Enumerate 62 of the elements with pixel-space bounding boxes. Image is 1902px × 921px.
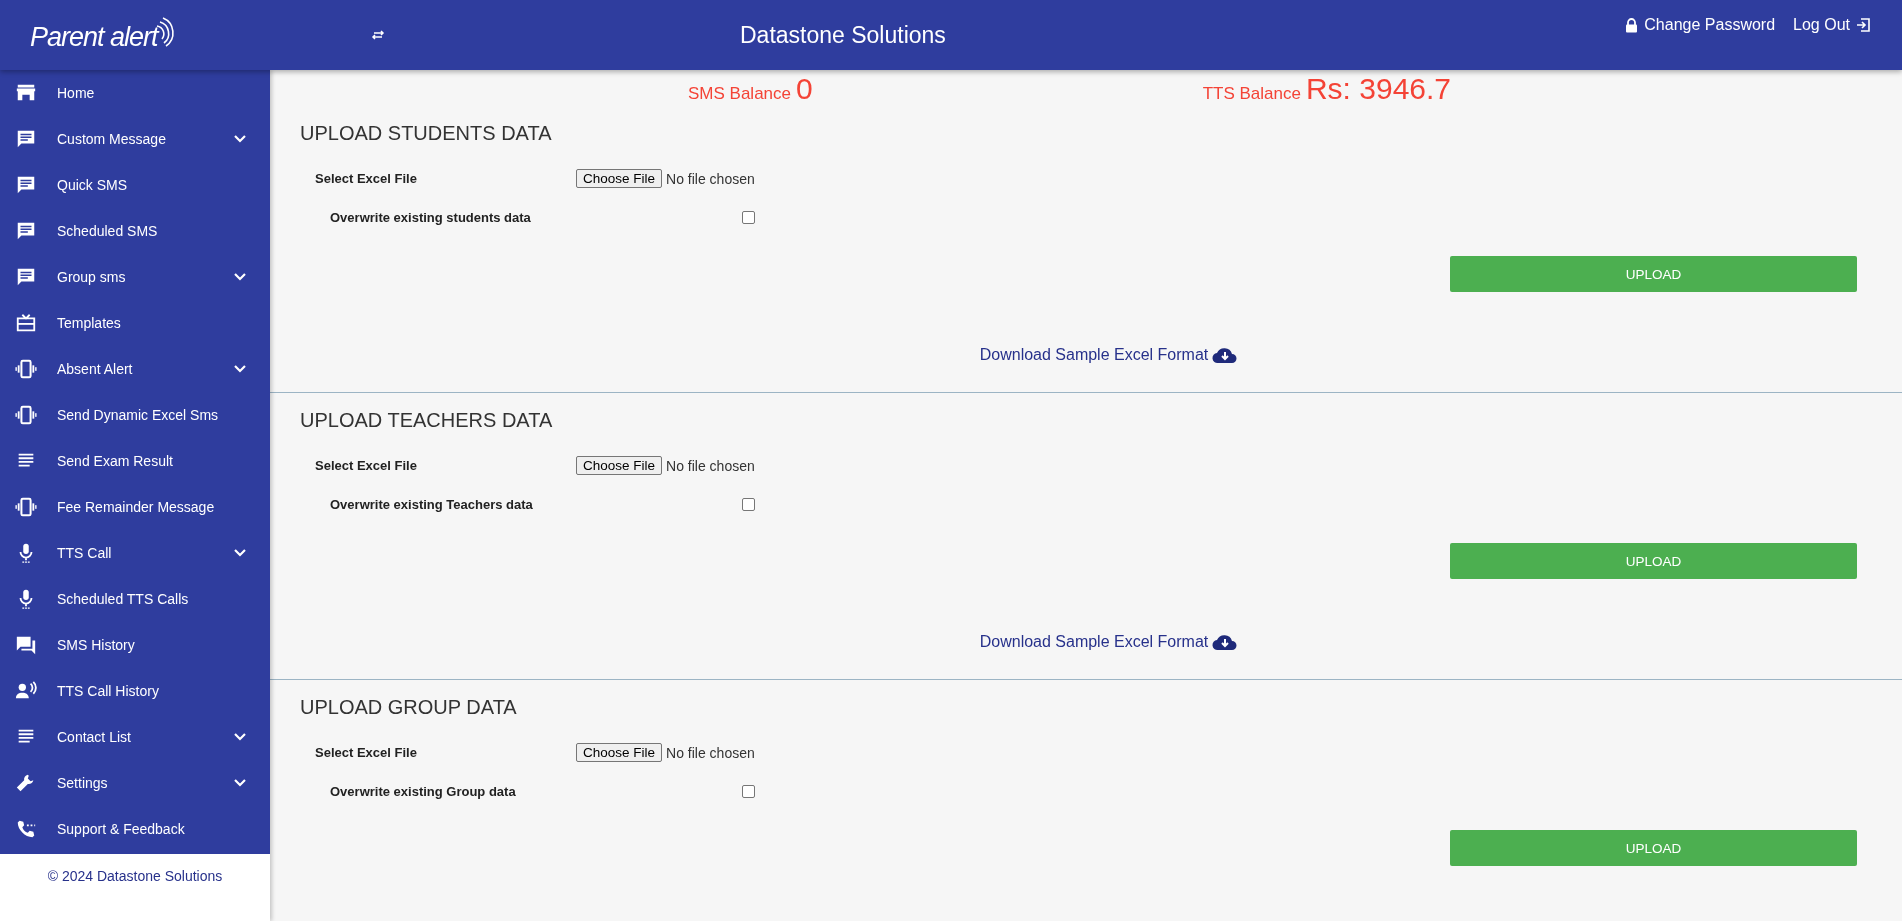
vibrating-phone-icon <box>15 358 37 380</box>
chevron-down-icon <box>234 779 246 787</box>
download-link[interactable]: Download Sample Excel Format <box>979 346 1209 364</box>
field-label: Select Excel File <box>315 745 418 760</box>
log-out-link[interactable]: Log Out <box>1793 16 1870 34</box>
balance-label: TTS Balance <box>1202 84 1301 104</box>
sidebar-item[interactable]: Home <box>0 70 270 116</box>
app-title: Datastone Solutions <box>740 21 946 49</box>
lock-icon <box>1625 17 1639 33</box>
download-link[interactable]: Download Sample Excel Format <box>979 633 1209 651</box>
sidebar-item[interactable]: Scheduled SMS <box>0 208 270 254</box>
choose-file-button[interactable]: Choose File <box>576 743 663 762</box>
chevron-down-icon <box>234 273 246 281</box>
chevron-down-icon <box>234 135 246 143</box>
vibrating-phone-icon <box>15 404 37 426</box>
field-label: Select Excel File <box>315 171 418 186</box>
file-status-text: No file chosen <box>666 744 755 761</box>
sidebar-item[interactable]: SMS History <box>0 622 270 668</box>
section-title: UPLOAD GROUP DATA <box>300 696 518 719</box>
swap-arrows-icon[interactable] <box>371 30 385 40</box>
checkbox[interactable] <box>742 785 755 798</box>
copyright-text: © 2024 Datastone Solutions <box>47 868 223 886</box>
balance-label: SMS Balance <box>688 84 791 104</box>
sidebar-item[interactable]: Contact List <box>0 714 270 760</box>
sidebar-item[interactable]: Custom Message <box>0 116 270 162</box>
cloud-download-icon <box>1212 346 1239 364</box>
sidebar-item[interactable]: Support & Feedback <box>0 806 270 852</box>
phone-icon <box>15 818 37 840</box>
file-status-text: No file chosen <box>666 457 755 474</box>
sidebar-item[interactable]: TTS Call History <box>0 668 270 714</box>
section-title: UPLOAD TEACHERS DATA <box>300 409 554 432</box>
checkbox[interactable] <box>742 498 755 511</box>
sidebar-item[interactable]: Settings <box>0 760 270 806</box>
sidebar-item[interactable]: Templates <box>0 300 270 346</box>
sidebar-item[interactable]: Scheduled TTS Calls <box>0 576 270 622</box>
checkbox-label: Overwrite existing Group data <box>329 784 517 799</box>
checkbox-label: Overwrite existing Teachers data <box>329 497 534 512</box>
file-status-text: No file chosen <box>666 170 755 187</box>
vibrating-phone-icon <box>15 496 37 518</box>
choose-file-button[interactable]: Choose File <box>576 456 663 475</box>
sidebar-item[interactable]: Send Dynamic Excel Sms <box>0 392 270 438</box>
balance-value: 0 <box>796 72 813 106</box>
sidebar-item[interactable]: Quick SMS <box>0 162 270 208</box>
change-password-link[interactable]: Change Password <box>1625 16 1776 34</box>
logo-text: Parent alert <box>30 22 158 53</box>
balance-value: Rs: 3946.7 <box>1305 72 1452 106</box>
choose-file-button[interactable]: Choose File <box>576 169 663 188</box>
checkbox-label: Overwrite existing students data <box>329 210 532 225</box>
sidebar-item[interactable]: Group sms <box>0 254 270 300</box>
chevron-down-icon <box>234 365 246 373</box>
sidebar-item[interactable]: Absent Alert <box>0 346 270 392</box>
sidebar-item[interactable]: TTS Call <box>0 530 270 576</box>
cloud-download-icon <box>1212 633 1239 651</box>
logout-icon <box>1856 18 1870 32</box>
chat-bubbles-icon <box>15 634 37 656</box>
sidebar-item[interactable]: Send Exam Result <box>0 438 270 484</box>
chevron-down-icon <box>234 549 246 557</box>
field-label: Select Excel File <box>315 458 418 473</box>
section-title: UPLOAD STUDENTS DATA <box>300 122 553 145</box>
chevron-down-icon <box>234 733 246 741</box>
sidebar-item[interactable]: Fee Remainder Message <box>0 484 270 530</box>
checkbox[interactable] <box>742 211 755 224</box>
